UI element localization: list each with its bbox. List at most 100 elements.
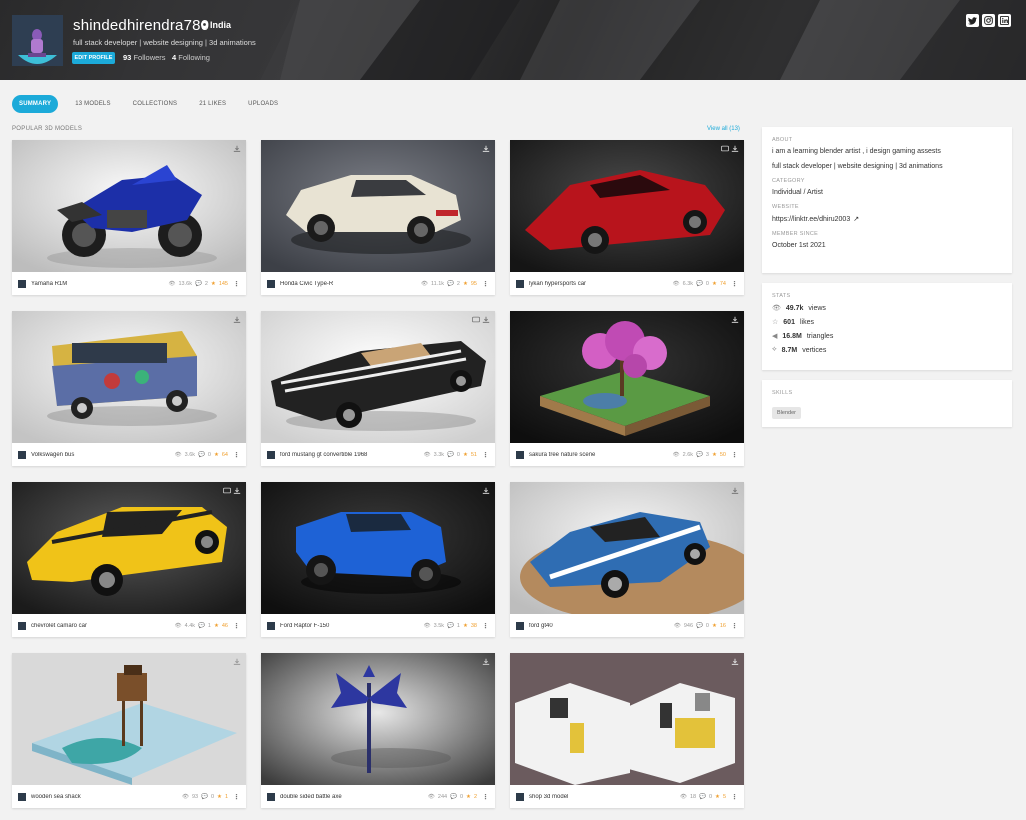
model-card[interactable]: chevrolet camaro car 👁 4.4k 💬 1 ★ 46 ⋮ [12, 482, 246, 637]
following-link[interactable]: 4 Following [172, 53, 210, 62]
model-card[interactable]: shop 3d model 👁 18 💬 0 ★ 5 ⋮ [510, 653, 744, 808]
tab-summary[interactable]: SUMMARY [12, 95, 59, 113]
model-title[interactable]: Volkswagen bus [31, 452, 175, 458]
star-icon[interactable]: ★ [712, 281, 717, 287]
download-icon[interactable] [233, 316, 241, 324]
model-title[interactable]: wooden sea shack [31, 794, 182, 800]
model-card[interactable]: Honda Civic Type-R 👁 11.1k 💬 2 ★ 95 ⋮ [261, 140, 495, 295]
author-avatar[interactable] [516, 279, 524, 288]
download-icon[interactable] [233, 145, 241, 153]
author-avatar[interactable] [516, 621, 524, 630]
model-thumbnail[interactable] [510, 482, 744, 614]
model-thumbnail[interactable] [12, 482, 246, 614]
instagram-icon[interactable] [982, 14, 995, 27]
more-options-icon[interactable]: ⋮ [731, 793, 738, 801]
more-options-icon[interactable]: ⋮ [731, 622, 738, 630]
model-title[interactable]: Yamaha R1M [31, 281, 169, 287]
tab-models[interactable]: 13 MODELS [70, 95, 115, 113]
model-title[interactable]: lykan hypersports car [529, 281, 673, 287]
model-title[interactable]: double sided battle axe [280, 794, 428, 800]
star-icon[interactable]: ★ [214, 452, 219, 458]
author-avatar[interactable] [267, 450, 275, 459]
author-avatar[interactable] [516, 792, 524, 801]
download-icon[interactable] [233, 487, 241, 495]
model-thumbnail[interactable] [510, 653, 744, 785]
author-avatar[interactable] [267, 279, 275, 288]
twitter-icon[interactable] [966, 14, 979, 27]
star-icon[interactable]: ★ [463, 281, 468, 287]
tab-collections[interactable]: COLLECTIONS [128, 95, 183, 113]
star-icon[interactable]: ★ [715, 794, 720, 800]
model-thumbnail[interactable] [510, 311, 744, 443]
model-thumbnail[interactable] [261, 653, 495, 785]
star-icon[interactable]: ★ [214, 623, 219, 629]
star-icon[interactable]: ★ [712, 623, 717, 629]
model-title[interactable]: shop 3d model [529, 794, 680, 800]
model-card[interactable]: lykan hypersports car 👁 6.3k 💬 0 ★ 74 ⋮ [510, 140, 744, 295]
linkedin-icon[interactable] [998, 14, 1011, 27]
star-icon[interactable]: ★ [217, 794, 222, 800]
more-options-icon[interactable]: ⋮ [482, 793, 489, 801]
model-thumbnail[interactable] [261, 140, 495, 272]
more-options-icon[interactable]: ⋮ [731, 451, 738, 459]
download-icon[interactable] [482, 145, 490, 153]
download-icon[interactable] [731, 316, 739, 324]
more-options-icon[interactable]: ⋮ [233, 622, 240, 630]
author-avatar[interactable] [267, 621, 275, 630]
model-title[interactable]: ford mustang gt convertible 1968 [280, 452, 424, 458]
model-title[interactable]: Ford Raptor F-150 [280, 623, 424, 629]
more-options-icon[interactable]: ⋮ [233, 793, 240, 801]
author-avatar[interactable] [18, 792, 26, 801]
model-thumbnail[interactable] [12, 140, 246, 272]
tab-uploads[interactable]: UPLOADS [243, 95, 283, 113]
model-title[interactable]: Honda Civic Type-R [280, 281, 421, 287]
model-card[interactable]: double sided battle axe 👁 244 💬 0 ★ 2 ⋮ [261, 653, 495, 808]
author-avatar[interactable] [18, 450, 26, 459]
model-card[interactable]: Ford Raptor F-150 👁 3.5k 💬 1 ★ 38 ⋮ [261, 482, 495, 637]
star-icon[interactable]: ★ [463, 452, 468, 458]
star-icon[interactable]: ★ [463, 623, 468, 629]
author-avatar[interactable] [516, 450, 524, 459]
download-icon[interactable] [482, 658, 490, 666]
download-icon[interactable] [233, 658, 241, 666]
model-thumbnail[interactable] [261, 311, 495, 443]
download-icon[interactable] [482, 316, 490, 324]
star-icon[interactable]: ★ [466, 794, 471, 800]
more-options-icon[interactable]: ⋮ [482, 280, 489, 288]
author-avatar[interactable] [18, 279, 26, 288]
model-card[interactable]: wooden sea shack 👁 93 💬 0 ★ 1 ⋮ [12, 653, 246, 808]
model-thumbnail[interactable] [12, 653, 246, 785]
download-icon[interactable] [731, 487, 739, 495]
model-card[interactable]: sakura tree nature scene 👁 2.6k 💬 3 ★ 50 ⋮ [510, 311, 744, 466]
more-options-icon[interactable]: ⋮ [233, 280, 240, 288]
edit-profile-button[interactable]: EDIT PROFILE [72, 52, 115, 64]
star-icon[interactable]: ★ [712, 452, 717, 458]
more-options-icon[interactable]: ⋮ [482, 451, 489, 459]
model-title[interactable]: sakura tree nature scene [529, 452, 673, 458]
more-options-icon[interactable]: ⋮ [482, 622, 489, 630]
author-avatar[interactable] [18, 621, 26, 630]
model-card[interactable]: ford mustang gt convertible 1968 👁 3.3k 💬… [261, 311, 495, 466]
model-card[interactable]: ford gt40 👁 946 💬 0 ★ 16 ⋮ [510, 482, 744, 637]
download-icon[interactable] [482, 487, 490, 495]
more-options-icon[interactable]: ⋮ [731, 280, 738, 288]
model-title[interactable]: chevrolet camaro car [31, 623, 175, 629]
download-icon[interactable] [731, 145, 739, 153]
skill-tag[interactable]: Blender [772, 407, 801, 419]
profile-avatar[interactable] [12, 15, 63, 66]
view-all-link[interactable]: View all (13) [707, 126, 740, 132]
website-link[interactable]: https://linktr.ee/dhiru2003 ↗ [772, 215, 1002, 224]
model-thumbnail[interactable] [12, 311, 246, 443]
model-card[interactable]: Yamaha R1M 👁 13.6k 💬 2 ★ 145 ⋮ [12, 140, 246, 295]
star-icon[interactable]: ★ [211, 281, 216, 287]
external-link-icon[interactable]: ↗ [853, 215, 859, 223]
more-options-icon[interactable]: ⋮ [233, 451, 240, 459]
author-avatar[interactable] [267, 792, 275, 801]
followers-link[interactable]: 93 Followers [123, 53, 166, 62]
model-thumbnail[interactable] [510, 140, 744, 272]
tab-likes[interactable]: 21 LIKES [194, 95, 231, 113]
model-card[interactable]: Volkswagen bus 👁 3.6k 💬 0 ★ 64 ⋮ [12, 311, 246, 466]
website-url[interactable]: https://linktr.ee/dhiru2003 [772, 216, 850, 223]
download-icon[interactable] [731, 658, 739, 666]
model-thumbnail[interactable] [261, 482, 495, 614]
